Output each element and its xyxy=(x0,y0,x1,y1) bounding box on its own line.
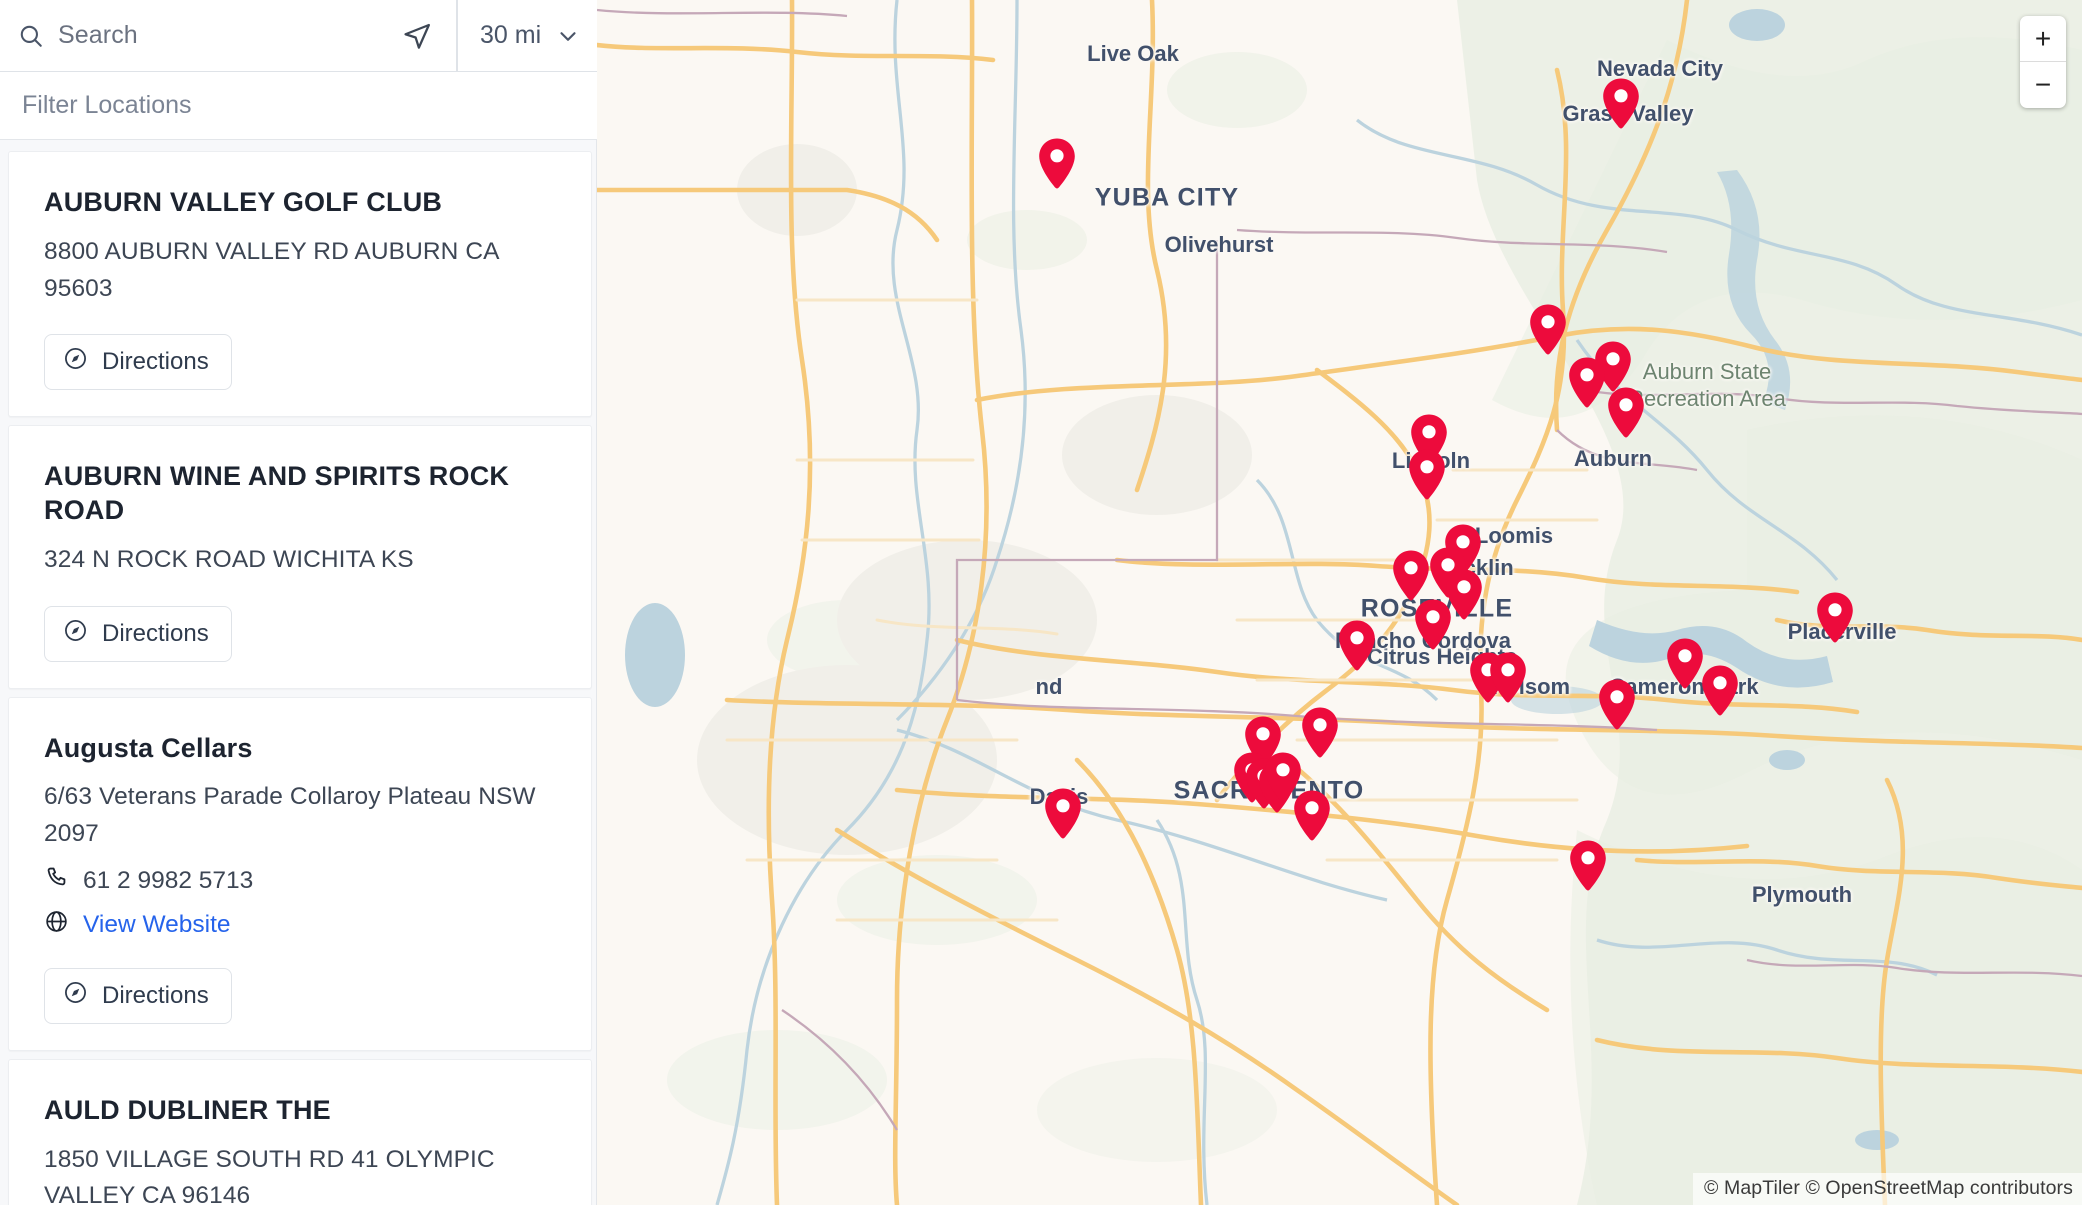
map-marker-pin[interactable] xyxy=(1488,651,1528,710)
location-address: 6/63 Veterans Parade Collaroy Plateau NS… xyxy=(44,783,536,847)
location-name: AULD DUBLINER THE xyxy=(44,1094,331,1125)
map-marker-pin[interactable] xyxy=(1037,137,1077,196)
search-box[interactable] xyxy=(0,0,457,72)
compass-icon xyxy=(63,346,88,378)
zoom-in-button[interactable]: + xyxy=(2020,16,2066,62)
filter-locations-input[interactable] xyxy=(22,91,575,120)
location-name: AUBURN WINE AND SPIRITS ROCK ROAD xyxy=(44,461,510,525)
radius-select[interactable]: 30 mi xyxy=(457,0,597,72)
map-marker-pin[interactable] xyxy=(1292,789,1332,848)
directions-label: Directions xyxy=(102,981,209,1009)
chevron-down-icon xyxy=(555,23,581,49)
locations-sidebar: 30 mi AUBURN VALLEY GOLF CLUB 8800 AUBUR… xyxy=(0,0,597,1205)
locations-list[interactable]: AUBURN VALLEY GOLF CLUB 8800 AUBURN VALL… xyxy=(0,140,596,1205)
location-website[interactable]: View Website xyxy=(44,909,591,941)
map-canvas[interactable]: Live Oak Nevada City Grass Valley YUBA CITY… xyxy=(597,0,2082,1205)
map-marker-pin[interactable] xyxy=(1568,839,1608,898)
phone-icon xyxy=(44,865,69,897)
search-row: 30 mi xyxy=(0,0,597,72)
navigate-arrow-icon[interactable] xyxy=(402,21,432,51)
directions-label: Directions xyxy=(102,348,209,376)
map-marker-pin[interactable] xyxy=(1700,664,1740,723)
zoom-out-button[interactable]: − xyxy=(2020,62,2066,108)
map-marker-pin[interactable] xyxy=(1337,619,1377,678)
map-marker-pin[interactable] xyxy=(1815,591,1855,650)
map-marker-pin[interactable] xyxy=(1665,637,1705,696)
map-marker-pin[interactable] xyxy=(1300,706,1340,765)
location-address: 1850 VILLAGE SOUTH RD 41 OLYMPIC VALLEY … xyxy=(44,1145,495,1205)
globe-icon xyxy=(44,909,69,941)
phone-number: 61 2 9982 5713 xyxy=(83,866,254,894)
map-marker-pin[interactable] xyxy=(1407,448,1447,507)
map-marker-pin[interactable] xyxy=(1606,386,1646,445)
map-marker-pin[interactable] xyxy=(1601,77,1641,136)
map-basemap xyxy=(597,0,2082,1205)
directions-button[interactable]: Directions xyxy=(44,967,232,1024)
list-item[interactable]: Augusta Cellars 6/63 Veterans Parade Col… xyxy=(8,696,592,1051)
map-zoom-controls[interactable]: + − xyxy=(2020,16,2066,108)
map-marker-pin[interactable] xyxy=(1597,678,1637,737)
list-item[interactable]: AUBURN VALLEY GOLF CLUB 8800 AUBURN VALL… xyxy=(8,151,592,418)
list-item[interactable]: AULD DUBLINER THE 1850 VILLAGE SOUTH RD … xyxy=(8,1058,592,1205)
location-phone[interactable]: 61 2 9982 5713 xyxy=(44,865,591,897)
search-input[interactable] xyxy=(58,21,388,50)
location-name: AUBURN VALLEY GOLF CLUB xyxy=(44,187,443,217)
radius-value: 30 mi xyxy=(480,21,542,49)
directions-button[interactable]: Directions xyxy=(44,605,232,662)
map-marker-pin[interactable] xyxy=(1528,303,1568,362)
search-icon xyxy=(18,23,44,49)
map-marker-pin[interactable] xyxy=(1413,598,1453,657)
list-item[interactable]: AUBURN WINE AND SPIRITS ROCK ROAD 324 N … xyxy=(8,425,592,689)
location-name: Augusta Cellars xyxy=(44,732,253,763)
location-address: 8800 AUBURN VALLEY RD AUBURN CA 95603 xyxy=(44,237,499,302)
directions-button[interactable]: Directions xyxy=(44,334,232,391)
filter-row xyxy=(0,72,597,140)
compass-icon xyxy=(63,618,88,650)
map-marker-pin[interactable] xyxy=(1043,787,1083,846)
compass-icon xyxy=(63,980,88,1012)
directions-label: Directions xyxy=(102,619,209,647)
map-marker-pin[interactable] xyxy=(1567,356,1607,415)
map-attribution[interactable]: © MapTiler © OpenStreetMap contributors xyxy=(1693,1173,2082,1205)
location-address: 324 N ROCK ROAD WICHITA KS xyxy=(44,545,414,573)
view-website-link[interactable]: View Website xyxy=(83,911,231,939)
